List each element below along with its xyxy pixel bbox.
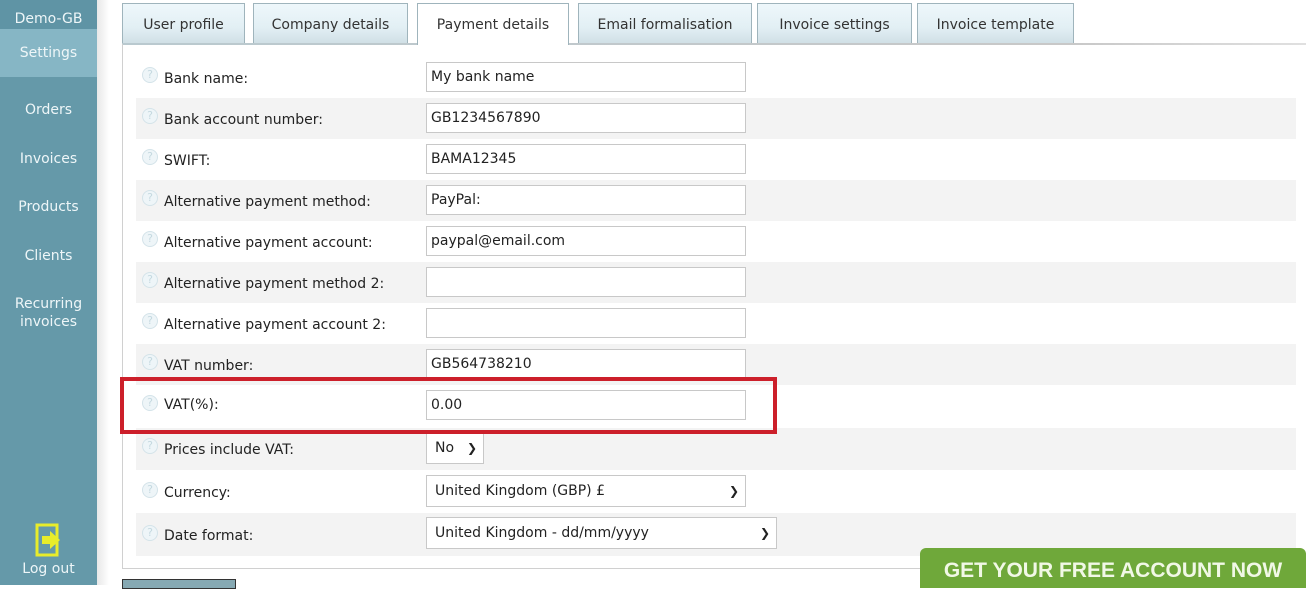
select-value: United Kingdom (GBP) £ (435, 483, 605, 499)
field-label: Alternative payment method: (164, 194, 371, 210)
tab-invoice-template[interactable]: Invoice template (917, 3, 1074, 44)
field-label: Alternative payment method 2: (164, 276, 385, 292)
form-row-vat-number: ? VAT number: (136, 344, 1296, 385)
chevron-down-icon: ❯ (466, 441, 477, 455)
swift-input[interactable] (426, 144, 746, 174)
form-row-alt-payment-account: ? Alternative payment account: (136, 221, 1296, 262)
sidebar-item-orders[interactable]: Orders (0, 100, 97, 120)
field-label: SWIFT: (164, 153, 211, 169)
form-row-currency: ? Currency: United Kingdom (GBP) £ ❯ (136, 470, 1296, 513)
form-row-alt-payment-account-2: ? Alternative payment account 2: (136, 303, 1296, 344)
currency-select[interactable]: United Kingdom (GBP) £ ❯ (426, 475, 746, 507)
date-format-select[interactable]: United Kingdom - dd/mm/yyyy ❯ (426, 517, 777, 549)
prices-include-vat-select[interactable]: No ❯ (426, 432, 484, 464)
form-row-alt-payment-method: ? Alternative payment method: (136, 180, 1296, 221)
form-row-prices-include-vat: ? Prices include VAT: No ❯ (136, 428, 1296, 470)
sidebar-item-settings[interactable]: Settings (0, 29, 97, 77)
bank-account-number-input[interactable] (426, 103, 746, 133)
help-icon[interactable]: ? (142, 438, 158, 454)
alt-payment-account-2-input[interactable] (426, 308, 746, 338)
field-label: VAT(%): (164, 397, 219, 413)
help-icon[interactable]: ? (142, 525, 158, 541)
sidebar-item-products[interactable]: Products (0, 197, 97, 217)
sidebar-item-recurring-invoices[interactable]: Recurring invoices (0, 295, 97, 331)
tab-invoice-settings[interactable]: Invoice settings (757, 3, 912, 44)
field-label: Currency: (164, 485, 231, 501)
help-icon[interactable]: ? (142, 108, 158, 124)
help-icon[interactable]: ? (142, 190, 158, 206)
bank-name-input[interactable] (426, 62, 746, 92)
field-label: Bank account number: (164, 112, 323, 128)
field-label: Date format: (164, 528, 254, 544)
get-free-account-button[interactable]: GET YOUR FREE ACCOUNT NOW (920, 548, 1306, 588)
help-icon[interactable]: ? (142, 395, 158, 411)
help-icon[interactable]: ? (142, 313, 158, 329)
tab-user-profile[interactable]: User profile (122, 3, 245, 44)
help-icon[interactable]: ? (142, 354, 158, 370)
tab-email-formalisation[interactable]: Email formalisation (578, 3, 752, 44)
account-name: Demo-GB (0, 0, 97, 29)
logout-label: Log out (22, 561, 75, 577)
vat-number-input[interactable] (426, 349, 746, 379)
alt-payment-method-input[interactable] (426, 185, 746, 215)
logout-icon (35, 523, 60, 557)
vat-percent-input[interactable] (426, 390, 746, 420)
select-value: No (435, 440, 455, 456)
field-label: VAT number: (164, 358, 254, 374)
help-icon[interactable]: ? (142, 149, 158, 165)
help-icon[interactable]: ? (142, 231, 158, 247)
save-button[interactable] (122, 579, 236, 589)
field-label: Bank name: (164, 71, 249, 87)
alt-payment-account-input[interactable] (426, 226, 746, 256)
field-label: Alternative payment account 2: (164, 317, 386, 333)
alt-payment-method-2-input[interactable] (426, 267, 746, 297)
sidebar-item-clients[interactable]: Clients (0, 246, 97, 266)
field-label: Alternative payment account: (164, 235, 373, 251)
tab-company-details[interactable]: Company details (253, 3, 408, 44)
form-row-alt-payment-method-2: ? Alternative payment method 2: (136, 262, 1296, 303)
chevron-down-icon: ❯ (759, 526, 770, 540)
form-row-bank-name: ? Bank name: (136, 57, 1296, 98)
field-label: Prices include VAT: (164, 442, 294, 458)
form-row-vat-percent: ? VAT(%): (136, 385, 1296, 426)
chevron-down-icon: ❯ (728, 484, 739, 498)
form-row-bank-account-number: ? Bank account number: (136, 98, 1296, 139)
tab-payment-details[interactable]: Payment details (417, 3, 569, 45)
form-row-swift: ? SWIFT: (136, 139, 1296, 180)
sidebar: Demo-GB Settings Orders Invoices Product… (0, 0, 97, 585)
logout-button[interactable]: Log out (0, 523, 97, 577)
help-icon[interactable]: ? (142, 67, 158, 83)
help-icon[interactable]: ? (142, 272, 158, 288)
select-value: United Kingdom - dd/mm/yyyy (435, 525, 649, 541)
help-icon[interactable]: ? (142, 482, 158, 498)
sidebar-item-invoices[interactable]: Invoices (0, 149, 97, 169)
sidebar-shadow (97, 0, 109, 585)
